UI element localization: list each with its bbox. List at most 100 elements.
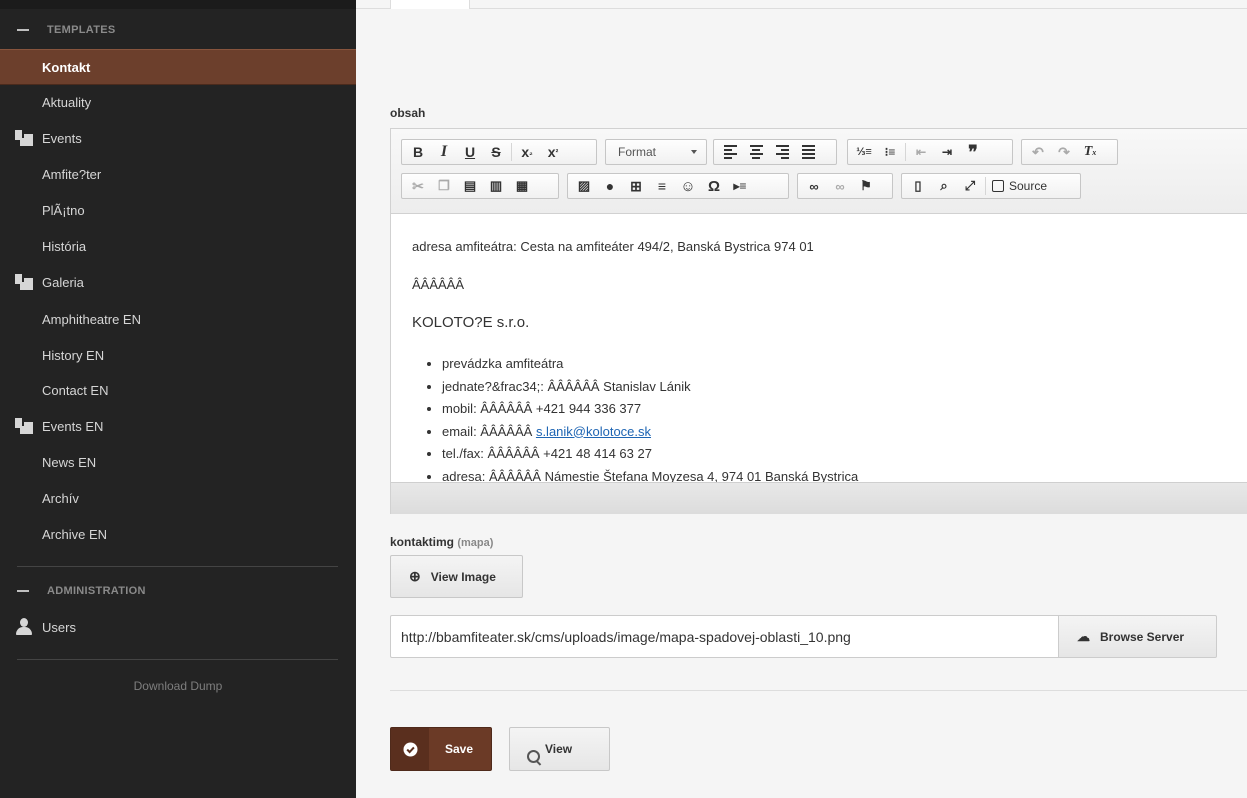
sidebar-item-label: Amphitheatre EN	[42, 311, 141, 327]
sidebar-item-news-en[interactable]: News EN	[0, 445, 356, 479]
sidebar-item-label: Aktuality	[42, 94, 92, 110]
remove-format-icon[interactable]: Tx	[1077, 141, 1103, 163]
subscript-button[interactable]: x₂	[514, 141, 540, 163]
form-divider	[390, 690, 1247, 691]
strikethrough-button[interactable]: S	[483, 141, 509, 163]
justify-button[interactable]	[795, 141, 821, 163]
align-center-button[interactable]	[743, 141, 769, 163]
maximize-icon[interactable]: ⤢	[957, 175, 983, 197]
flash-icon[interactable]: ●	[597, 175, 623, 197]
source-icon	[992, 180, 1004, 192]
download-dump-link[interactable]: Download Dump	[0, 679, 356, 693]
bold-button[interactable]: B	[405, 141, 431, 163]
sidebar-item-contact-en[interactable]: Contact EN	[0, 373, 356, 407]
tools-group: ▯ ⌕ ⤢ Source	[901, 173, 1081, 199]
rich-text-editor[interactable]: B I U S x₂ x² Format ⅓≡ ⁝≡ ⇤ ⇥ ❞ ↶ ↷ T x…	[390, 128, 1247, 514]
outdent-icon[interactable]: ⇤	[908, 141, 934, 163]
zoom-in-icon: ⊕	[409, 568, 421, 584]
format-dropdown[interactable]: Format	[605, 139, 707, 165]
redo-icon[interactable]: ↷	[1051, 141, 1077, 163]
format-dropdown-label: Format	[618, 145, 657, 159]
undo-icon[interactable]: ↶	[1025, 141, 1051, 163]
sidebar-item-label: Users	[42, 619, 76, 635]
align-left-button[interactable]	[717, 141, 743, 163]
source-label: Source	[1009, 179, 1048, 193]
cut-icon[interactable]: ✂	[405, 175, 431, 197]
special-char-icon[interactable]: Ω	[701, 175, 727, 197]
view-image-button[interactable]: ⊕ View Image	[390, 555, 523, 598]
content-company-name: KOLOTO?E s.r.o.	[412, 314, 530, 331]
sidebar-divider	[17, 566, 338, 567]
list-item: adresa: ÂÂÂÂÂÂ Námestie Štefana Moyzesa …	[442, 467, 858, 483]
sidebar-item-events[interactable]: Events	[0, 121, 356, 155]
kontaktimg-label: kontaktimg (mapa)	[390, 535, 494, 549]
user-icon	[15, 618, 33, 636]
insert-group: ▨ ● ⊞ ≡ ☺ Ω ▸≡	[567, 173, 789, 199]
history-group: ↶ ↷ Tx	[1021, 139, 1118, 165]
page-break-icon[interactable]: ▸≡	[727, 175, 753, 197]
browse-server-button[interactable]: ☁ Browse Server	[1058, 615, 1217, 658]
sidebar-item-label: Archive EN	[42, 526, 108, 542]
list-item: tel./fax: ÂÂÂÂÂÂ +421 48 414 63 27	[442, 444, 858, 467]
sidebar-item-events-en[interactable]: Events EN	[0, 409, 356, 443]
sidebar-item-history-en[interactable]: History EN	[0, 338, 356, 372]
save-button[interactable]: Save	[390, 727, 492, 771]
smiley-icon[interactable]: ☺	[675, 175, 701, 197]
superscript-button[interactable]: x²	[540, 141, 566, 163]
horizontal-line-icon[interactable]: ≡	[649, 175, 675, 197]
source-button[interactable]: Source	[988, 175, 1051, 197]
templates-icon[interactable]: ▯	[905, 175, 931, 197]
copy-icon[interactable]: ❐	[431, 175, 457, 197]
sidebar-item-label: Events EN	[42, 418, 104, 434]
sidebar-item-aktuality[interactable]: Aktuality	[0, 85, 356, 119]
templates-header-label: TEMPLATES	[47, 24, 116, 36]
italic-button[interactable]: I	[431, 141, 457, 163]
paste-icon[interactable]: ▤	[457, 175, 483, 197]
templates-section-header[interactable]: TEMPLATES	[0, 16, 356, 44]
content-spacer-line: ÂÂÂÂÂÂ	[412, 277, 465, 292]
list-item: email: ÂÂÂÂÂÂ s.lanik@kolotoce.sk	[442, 422, 858, 445]
editor-toolbar: B I U S x₂ x² Format ⅓≡ ⁝≡ ⇤ ⇥ ❞ ↶ ↷ T x…	[391, 129, 1247, 214]
link-icon[interactable]: ∞	[801, 175, 827, 197]
email-link[interactable]: s.lanik@kolotoce.sk	[536, 424, 651, 439]
chevron-down-icon	[691, 150, 697, 154]
unlink-icon[interactable]: ∞	[827, 175, 853, 197]
paste-word-icon[interactable]: ▦	[509, 175, 535, 197]
editor-status-bar[interactable]	[391, 482, 1247, 514]
sidebar-item-kontakt[interactable]: Kontakt	[0, 49, 356, 85]
image-icon[interactable]: ▨	[571, 175, 597, 197]
content-contact-list: prevádzka amfiteátra jednate?&frac34;: Â…	[412, 354, 858, 482]
image-url-input[interactable]: http://bbamfiteater.sk/cms/uploads/image…	[390, 615, 1060, 658]
bulleted-list-icon[interactable]: ⁝≡	[877, 141, 903, 163]
sidebar-item-amfiteater[interactable]: Amfite?ter	[0, 157, 356, 191]
obsah-label: obsah	[390, 106, 426, 120]
underline-button[interactable]: U	[457, 141, 483, 163]
blockquote-icon[interactable]: ❞	[960, 141, 986, 163]
view-button[interactable]: View	[509, 727, 610, 771]
editor-content-area[interactable]: adresa amfiteátra: Cesta na amfiteáter 4…	[391, 214, 1247, 482]
sidebar-item-historia[interactable]: História	[0, 229, 356, 263]
anchor-flag-icon[interactable]: ⚑	[853, 175, 879, 197]
numbered-list-icon[interactable]: ⅓≡	[851, 141, 877, 163]
view-label: View	[545, 742, 573, 756]
active-tab[interactable]	[390, 0, 470, 9]
sidebar-item-platno[interactable]: PlÃ¡tno	[0, 193, 356, 227]
paste-text-icon[interactable]: ▥	[483, 175, 509, 197]
stack-icon	[15, 274, 33, 290]
sidebar-item-archiv[interactable]: Archív	[0, 481, 356, 515]
indent-icon[interactable]: ⇥	[934, 141, 960, 163]
table-icon[interactable]: ⊞	[623, 175, 649, 197]
sidebar: TEMPLATES Kontakt Aktuality Events Amfit…	[0, 0, 356, 798]
preview-icon[interactable]: ⌕	[931, 175, 957, 197]
align-right-button[interactable]	[769, 141, 795, 163]
view-image-label: View Image	[430, 569, 496, 584]
sidebar-item-archive-en[interactable]: Archive EN	[0, 517, 356, 551]
sidebar-item-label: Kontakt	[42, 59, 91, 75]
sidebar-item-label: Amfite?ter	[42, 166, 102, 182]
sidebar-item-galeria[interactable]: Galeria	[0, 265, 356, 299]
sidebar-item-users[interactable]: Users	[0, 610, 356, 644]
save-label: Save	[445, 742, 474, 756]
sidebar-item-amphitheatre-en[interactable]: Amphitheatre EN	[0, 302, 356, 336]
sidebar-item-label: Events	[42, 130, 82, 146]
administration-section-header[interactable]: ADMINISTRATION	[0, 577, 356, 605]
